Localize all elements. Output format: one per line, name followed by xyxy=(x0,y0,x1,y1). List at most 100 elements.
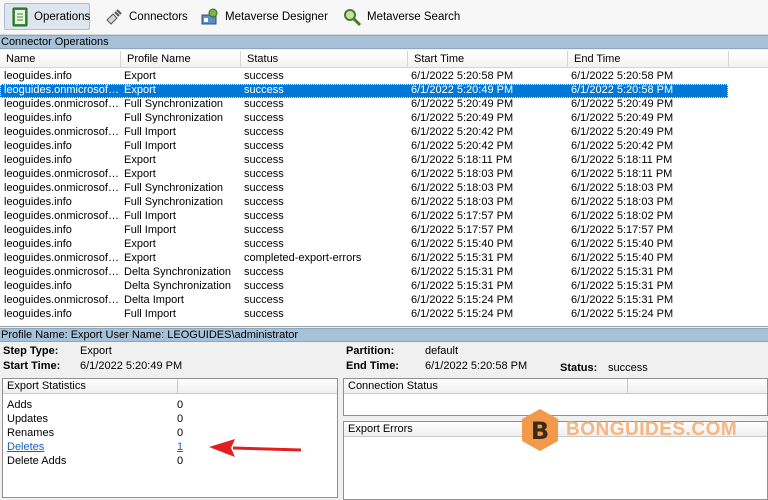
table-row[interactable]: leoguides.onmicrosoft.... Delta Synchroni… xyxy=(0,266,728,280)
cell-start-time: 6/1/2022 5:18:03 PM xyxy=(411,168,514,180)
deletes-link[interactable]: Deletes xyxy=(7,441,44,453)
column-header-profile-name[interactable]: Profile Name xyxy=(121,51,241,68)
cell-end-time: 6/1/2022 5:18:11 PM xyxy=(571,168,673,180)
end-time-value: 6/1/2022 5:20:58 PM xyxy=(425,360,528,372)
table-row[interactable]: leoguides.onmicrosoft.... Export success 6/… xyxy=(0,84,728,98)
svg-text:B: B xyxy=(531,417,549,445)
deletes-count-link[interactable]: 1 xyxy=(177,441,183,453)
cell-start-time: 6/1/2022 5:18:03 PM xyxy=(411,182,514,194)
column-header-filler xyxy=(729,51,768,68)
table-row[interactable]: leoguides.onmicrosoft.... Export completed… xyxy=(0,252,728,266)
table-row[interactable]: leoguides.onmicrosoft.... Delta Import suc… xyxy=(0,294,728,308)
cell-end-time: 6/1/2022 5:18:03 PM xyxy=(571,182,674,194)
cell-profile-name: Export xyxy=(124,252,156,264)
start-time-label: Start Time: xyxy=(3,360,61,372)
table-row[interactable]: leoguides.info Export success 6/1/2022 5:15… xyxy=(0,238,728,252)
run-details: Step Type: Export Start Time: 6/1/2022 5… xyxy=(0,343,768,375)
cell-name: leoguides.info xyxy=(4,140,72,152)
cell-status: success xyxy=(244,70,284,82)
cell-end-time: 6/1/2022 5:20:49 PM xyxy=(571,126,674,138)
connectors-tab-button[interactable]: Connectors xyxy=(98,3,194,30)
cell-status: success xyxy=(244,154,284,166)
cell-status: success xyxy=(244,238,284,250)
export-statistics-header: Export Statistics xyxy=(3,379,337,394)
bonguides-logo-icon: B xyxy=(522,409,558,451)
column-header-end-time[interactable]: End Time xyxy=(568,51,729,68)
metaverse-designer-tab-button[interactable]: Metaverse Designer xyxy=(194,3,334,30)
connectors-icon xyxy=(106,8,122,25)
metaverse-search-icon xyxy=(344,8,362,26)
table-row[interactable]: leoguides.info Delta Synchronization succe… xyxy=(0,280,728,294)
cell-start-time: 6/1/2022 5:20:49 PM xyxy=(411,98,514,110)
cell-name: leoguides.info xyxy=(4,154,72,166)
metaverse-designer-icon xyxy=(201,8,218,24)
table-header: Name Profile Name Status Start Time End … xyxy=(0,51,768,68)
cell-start-time: 6/1/2022 5:15:31 PM xyxy=(411,266,514,278)
cell-end-time: 6/1/2022 5:15:40 PM xyxy=(571,252,674,264)
connector-operations-table[interactable]: Name Profile Name Status Start Time End … xyxy=(0,50,768,327)
cell-status: success xyxy=(244,98,284,110)
table-row[interactable]: leoguides.info Export success 6/1/2022 5:18… xyxy=(0,154,728,168)
step-type-label: Step Type: xyxy=(3,345,59,357)
cell-profile-name: Delta Import xyxy=(124,294,184,306)
cell-profile-name: Full Import xyxy=(124,140,176,152)
end-time-label: End Time: xyxy=(346,360,399,372)
cell-name: leoguides.onmicrosoft.... xyxy=(4,210,120,222)
table-row[interactable]: leoguides.onmicrosoft.... Full Import succ… xyxy=(0,126,728,140)
connection-status-title: Connection Status xyxy=(348,380,438,392)
cell-name: leoguides.onmicrosoft.... xyxy=(4,266,120,278)
operations-tab-button[interactable]: Operations xyxy=(4,3,90,30)
cell-status: success xyxy=(244,182,284,194)
metaverse-search-tab-button[interactable]: Metaverse Search xyxy=(336,3,466,30)
cell-name: leoguides.info xyxy=(4,238,72,250)
stat-label: Adds xyxy=(7,399,33,411)
column-header-start-time[interactable]: Start Time xyxy=(408,51,568,68)
cell-name: leoguides.onmicrosoft.... xyxy=(4,294,120,306)
cell-name: leoguides.info xyxy=(4,196,72,208)
table-row[interactable]: leoguides.info Export success 6/1/2022 5:20… xyxy=(0,70,728,84)
table-row[interactable]: leoguides.onmicrosoft.... Full Synchroniz… xyxy=(0,182,728,196)
cell-start-time: 6/1/2022 5:17:57 PM xyxy=(411,210,514,222)
stat-value: 0 xyxy=(177,413,184,425)
cell-profile-name: Export xyxy=(124,154,156,166)
table-row[interactable]: leoguides.info Full Import success 6/1/2022… xyxy=(0,224,728,238)
cell-start-time: 6/1/2022 5:15:31 PM xyxy=(411,280,514,292)
cell-status: success xyxy=(244,308,284,320)
cell-end-time: 6/1/2022 5:15:31 PM xyxy=(571,294,674,306)
cell-name: leoguides.info xyxy=(4,280,72,292)
table-row[interactable]: leoguides.info Full Import success 6/1/2022… xyxy=(0,140,728,154)
cell-status: success xyxy=(244,168,284,180)
cell-start-time: 6/1/2022 5:17:57 PM xyxy=(411,224,514,236)
partition-value: default xyxy=(425,345,459,357)
stat-label: Renames xyxy=(7,427,55,439)
cell-profile-name: Full Import xyxy=(124,210,176,222)
table-row[interactable]: leoguides.info Full Synchronization succes… xyxy=(0,112,728,126)
start-time-value: 6/1/2022 5:20:49 PM xyxy=(80,360,183,372)
cell-end-time: 6/1/2022 5:20:58 PM xyxy=(571,70,674,82)
cell-end-time: 6/1/2022 5:15:40 PM xyxy=(571,238,674,250)
cell-name: leoguides.onmicrosoft.... xyxy=(4,98,120,110)
cell-profile-name: Export xyxy=(124,70,156,82)
connection-status-header: Connection Status xyxy=(344,379,767,394)
table-row[interactable]: leoguides.onmicrosoft.... Full Synchroniz… xyxy=(0,98,728,112)
column-header-status[interactable]: Status xyxy=(241,51,408,68)
stat-label: Delete Adds xyxy=(7,455,67,467)
table-row[interactable]: leoguides.info Full Synchronization succes… xyxy=(0,196,728,210)
cell-status: success xyxy=(244,126,284,138)
connectors-tab-label: Connectors xyxy=(129,10,188,23)
table-row[interactable]: leoguides.onmicrosoft.... Full Import succ… xyxy=(0,210,728,224)
table-row[interactable]: leoguides.info Full Import success 6/1/2022… xyxy=(0,308,728,322)
cell-status: success xyxy=(244,112,284,124)
cell-profile-name: Full Synchronization xyxy=(124,196,224,208)
column-header-name[interactable]: Name xyxy=(0,51,121,68)
table-row[interactable]: leoguides.onmicrosoft.... Export success 6/… xyxy=(0,168,728,182)
cell-profile-name: Delta Synchronization xyxy=(124,280,232,292)
profile-info-bar: Profile Name: Export User Name: LEOGUIDE… xyxy=(0,328,768,342)
cell-end-time: 6/1/2022 5:18:03 PM xyxy=(571,196,674,208)
bonguides-watermark: B BONGUIDES.COM xyxy=(520,408,737,452)
cell-start-time: 6/1/2022 5:20:42 PM xyxy=(411,126,514,138)
cell-start-time: 6/1/2022 5:20:49 PM xyxy=(411,84,514,96)
cell-start-time: 6/1/2022 5:15:24 PM xyxy=(411,294,514,306)
cell-status: success xyxy=(244,84,284,96)
step-type-value: Export xyxy=(80,345,112,357)
